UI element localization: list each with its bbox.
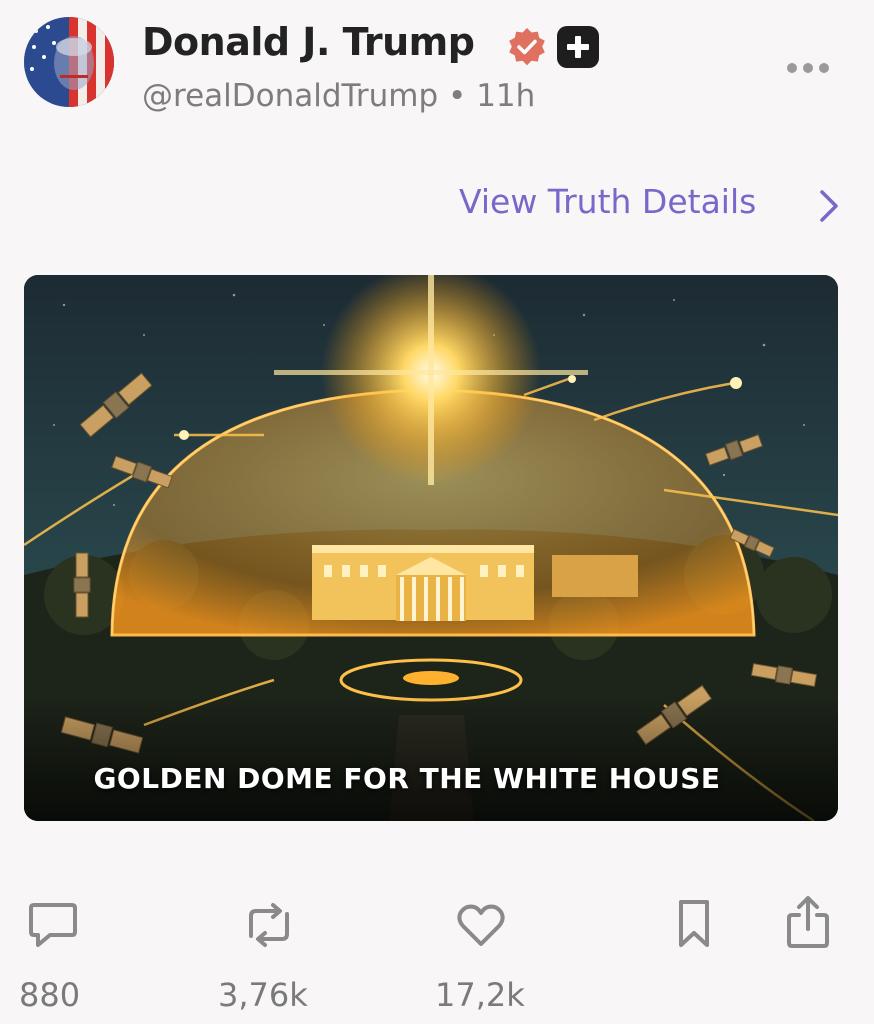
chevron-right-icon[interactable] <box>815 186 843 226</box>
more-options-icon[interactable] <box>784 60 832 76</box>
plus-icon <box>557 26 599 68</box>
like-count: 17,2k <box>435 976 525 1014</box>
like-heart-icon[interactable] <box>455 902 507 948</box>
avatar-image <box>24 17 114 107</box>
author-meta: @realDonaldTrump • 11h <box>142 78 535 114</box>
reply-count: 880 <box>19 976 81 1014</box>
reply-icon[interactable] <box>26 900 80 950</box>
bookmark-icon[interactable] <box>676 898 712 950</box>
post-time: 11h <box>476 78 536 114</box>
image-caption: GOLDEN DOME FOR THE WHITE HOUSE <box>93 762 721 795</box>
author-handle[interactable]: @realDonaldTrump <box>142 78 438 114</box>
retruth-count: 3,76k <box>218 976 308 1014</box>
post-image[interactable] <box>24 275 838 821</box>
author-display-name[interactable]: Donald J. Trump <box>142 20 475 64</box>
verified-badge-icon <box>509 28 545 66</box>
share-icon[interactable] <box>785 895 831 951</box>
meta-separator: • <box>448 78 467 114</box>
view-truth-details-link[interactable]: View Truth Details <box>459 182 756 221</box>
retruth-icon[interactable] <box>241 902 297 948</box>
golden-dome-illustration <box>24 275 838 821</box>
avatar[interactable] <box>24 17 114 107</box>
truth-post: Donald J. Trump @realDonaldTrump • 11h V… <box>0 0 874 1024</box>
